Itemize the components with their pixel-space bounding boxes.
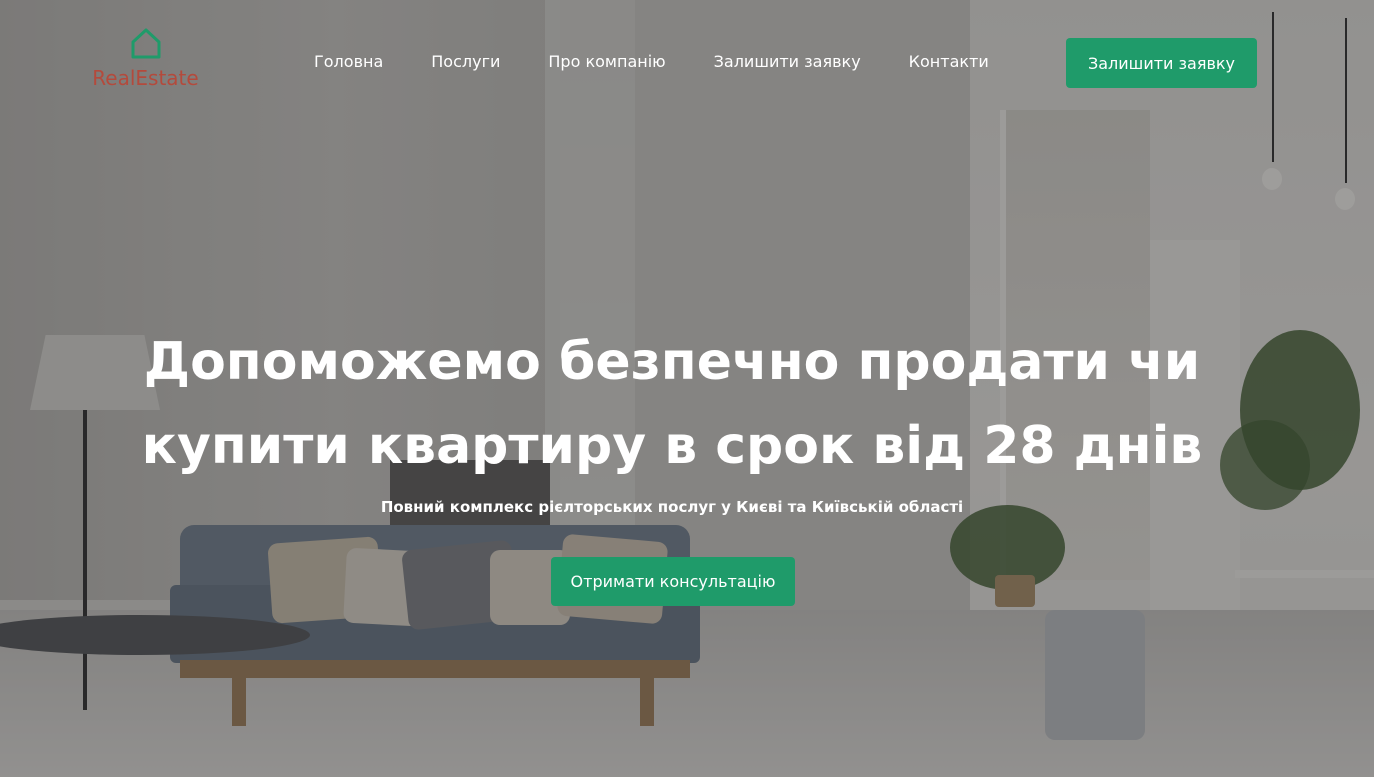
brand-name: RealEstate [92,66,199,90]
nav-item-services[interactable]: Послуги [431,52,500,71]
nav-item-request[interactable]: Залишити заявку [714,52,861,71]
get-consultation-button[interactable]: Отримати консультацію [551,557,795,606]
nav-item-contacts[interactable]: Контакти [909,52,989,71]
site-header: RealEstate Головна Послуги Про компанію … [0,0,1374,125]
nav-item-home[interactable]: Головна [314,52,383,71]
leave-request-button[interactable]: Залишити заявку [1066,38,1257,88]
nav-item-about[interactable]: Про компанію [548,52,665,71]
brand-logo[interactable]: RealEstate [88,26,203,96]
hero-title-line-2: купити квартиру в срок від 28 днів [141,416,1203,476]
hero-title: Допоможемо безпечно продати чи купити кв… [87,320,1257,488]
hero-title-line-1: Допоможемо безпечно продати чи [143,332,1201,392]
main-navigation: Головна Послуги Про компанію Залишити за… [314,52,989,71]
hero-subtitle: Повний комплекс рієлторських послуг у Ки… [380,498,964,516]
house-outline-icon [131,28,160,59]
